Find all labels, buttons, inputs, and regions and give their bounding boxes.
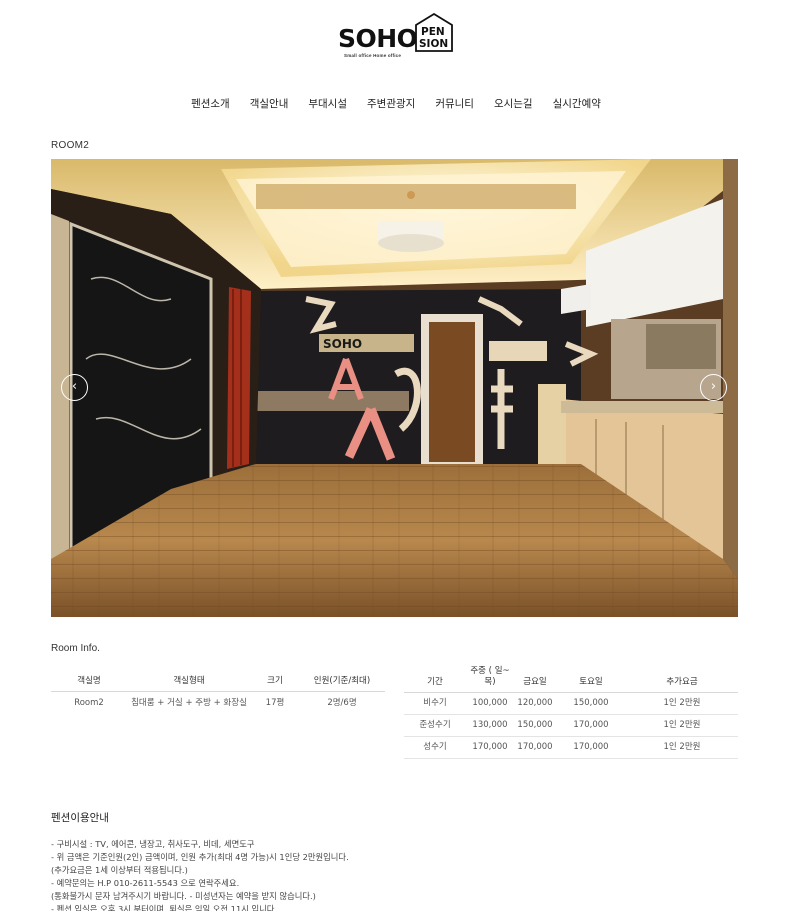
column-header: 크기 — [251, 662, 299, 692]
nav-item-rooms[interactable]: 객실안내 — [250, 97, 289, 111]
table-cell: 100,000 — [466, 692, 514, 715]
table-cell: 150,000 — [556, 692, 626, 715]
column-header: 객실명 — [51, 662, 127, 692]
column-header: 주중 ( 일~목) — [466, 662, 514, 693]
nav-item-facilities[interactable]: 부대시설 — [308, 97, 347, 111]
table-row: Room2 침대룸 + 거실 + 주방 + 화장실 17평 2명/6명 — [51, 691, 385, 721]
table-cell: 1인 2만원 — [626, 736, 738, 759]
usage-guide-title: 펜션이용안내 — [51, 812, 109, 824]
column-header: 객실형태 — [127, 662, 251, 692]
wall-sign-text: SOHO — [323, 337, 362, 351]
table-cell: 비수기 — [404, 692, 466, 715]
column-header: 토요일 — [556, 662, 626, 693]
column-header: 기간 — [404, 662, 466, 693]
logo-pen-text: PEN — [421, 26, 445, 38]
table-cell: 130,000 — [466, 714, 514, 737]
main-nav: 펜션소개 객실안내 부대시설 주변관광지 커뮤니티 오시는길 실시간예약 — [0, 97, 792, 111]
nav-item-attractions[interactable]: 주변관광지 — [367, 97, 415, 111]
site-logo[interactable]: SOHO PEN SION Small office Home office — [336, 13, 456, 63]
table-row: 준성수기 130,000 150,000 170,000 1인 2만원 — [404, 714, 738, 737]
table-row: 성수기 170,000 170,000 170,000 1인 2만원 — [404, 736, 738, 759]
usage-line: - 예약문의는 H.P 010-2611-5543 으로 연락주세요. — [51, 878, 240, 888]
rates-header-row: 기간 주중 ( 일~목) 금요일 토요일 추가요금 — [404, 662, 738, 693]
room-info-table: 객실명 객실형태 크기 인원(기준/최대) Room2 침대룸 + 거실 + 주… — [51, 662, 385, 721]
chevron-left-icon: ‹ — [71, 379, 78, 394]
usage-line: - 구비시설 : TV, 에어콘, 냉장고, 취사도구, 비데, 세면도구 — [51, 839, 255, 849]
table-cell: 17평 — [265, 697, 285, 708]
usage-line: - 펜션 입실은 오후 3시 부터이며, 퇴실은 익일 오전 11시 입니다. — [51, 904, 278, 911]
table-cell: 침대룸 + 거실 + 주방 + 화장실 — [131, 697, 247, 708]
column-header: 추가요금 — [626, 662, 738, 693]
table-cell: 170,000 — [514, 736, 556, 759]
nav-item-pension-intro[interactable]: 펜션소개 — [191, 97, 230, 111]
table-cell: 성수기 — [404, 736, 466, 759]
chevron-right-icon: › — [710, 379, 717, 394]
room-info-title: Room Info. — [51, 643, 100, 654]
logo-sion-text: SION — [419, 38, 449, 50]
table-cell: 120,000 — [514, 692, 556, 715]
table-row: 비수기 100,000 120,000 150,000 1인 2만원 — [404, 692, 738, 715]
column-header: 금요일 — [514, 662, 556, 693]
table-cell: 170,000 — [556, 714, 626, 737]
table-cell: 준성수기 — [404, 714, 466, 737]
slider-prev-button[interactable]: ‹ — [61, 374, 88, 401]
usage-line: (추가요금은 1세 이상부터 적용됩니다.) — [51, 865, 188, 875]
logo-tagline: Small office Home office — [344, 53, 402, 58]
table-cell: 170,000 — [556, 736, 626, 759]
column-header: 인원(기준/최대) — [299, 662, 385, 692]
room-info-header-row: 객실명 객실형태 크기 인원(기준/최대) — [51, 662, 385, 692]
nav-item-reservation[interactable]: 실시간예약 — [553, 97, 601, 111]
table-cell: 1인 2만원 — [626, 692, 738, 715]
room-photo: SOHO — [51, 159, 738, 617]
logo-soho-text: SOHO — [338, 24, 418, 53]
nav-item-community[interactable]: 커뮤니티 — [435, 97, 474, 111]
nav-item-directions[interactable]: 오시는길 — [494, 97, 533, 111]
usage-guide-text: - 구비시설 : TV, 에어콘, 냉장고, 취사도구, 비데, 세면도구 - … — [51, 838, 349, 911]
usage-line: (통화불가시 문자 남겨주시기 바랍니다. - 미성년자는 예약을 받지 않습니… — [51, 891, 316, 901]
rates-table: 기간 주중 ( 일~목) 금요일 토요일 추가요금 비수기 100,000 12… — [404, 662, 738, 759]
slider-next-button[interactable]: › — [700, 374, 727, 401]
room-photo-slider[interactable]: SOHO ‹ › — [51, 159, 738, 617]
table-cell: Room2 — [74, 697, 104, 708]
usage-line: - 위 금액은 기준인원(2인) 금액이며, 인원 추가(최대 4명 가능)시 … — [51, 852, 349, 862]
table-cell: 150,000 — [514, 714, 556, 737]
table-cell: 170,000 — [466, 736, 514, 759]
table-cell: 1인 2만원 — [626, 714, 738, 737]
table-cell: 2명/6명 — [327, 697, 357, 708]
room-title: ROOM2 — [51, 140, 90, 151]
